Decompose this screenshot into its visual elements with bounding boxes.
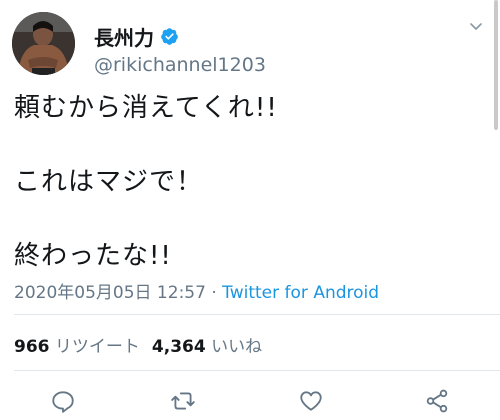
scrollbar[interactable] bbox=[494, 0, 498, 130]
likes-stat[interactable]: 4,364 いいね bbox=[152, 337, 262, 357]
retweet-label: リツイート bbox=[54, 337, 140, 357]
reply-icon[interactable] bbox=[50, 388, 76, 414]
retweet-count: 966 bbox=[14, 337, 50, 357]
action-bar bbox=[0, 388, 500, 418]
like-count: 4,364 bbox=[151, 337, 206, 357]
tweet-card: 長州力 @rikichannel1203 頼むから消えてくれ!! これはマジで！… bbox=[0, 0, 500, 420]
avatar-photo-icon bbox=[12, 12, 75, 75]
meta-separator: · bbox=[205, 283, 223, 303]
avatar[interactable] bbox=[12, 12, 75, 75]
tweet-timestamp[interactable]: 2020年05月05日 12:57 bbox=[14, 283, 206, 303]
retweet-icon[interactable] bbox=[170, 388, 196, 414]
tweet-meta: 2020年05月05日 12:57 · Twitter for Android bbox=[14, 278, 379, 303]
retweets-stat[interactable]: 966 リツイート bbox=[14, 337, 140, 357]
name-row: 長州力 bbox=[94, 22, 179, 51]
tweet-line: これはマジで！ bbox=[14, 167, 204, 197]
tweet-line: 終わったな!! bbox=[14, 241, 172, 271]
display-name[interactable]: 長州力 bbox=[94, 22, 154, 51]
user-handle[interactable]: @rikichannel1203 bbox=[94, 54, 266, 76]
divider bbox=[14, 314, 500, 315]
tweet-text: 頼むから消えてくれ!! これはマジで！ 終わったな!! bbox=[14, 90, 484, 274]
tweet-line: 頼むから消えてくれ!! bbox=[14, 93, 278, 123]
like-label: いいね bbox=[211, 337, 263, 357]
tweet-header: 長州力 @rikichannel1203 bbox=[12, 10, 488, 80]
tweet-stats: 966 リツイート 4,364 いいね bbox=[14, 332, 262, 357]
chevron-down-icon[interactable] bbox=[468, 18, 484, 34]
divider bbox=[14, 370, 500, 371]
heart-icon[interactable] bbox=[298, 388, 324, 414]
verified-badge-icon bbox=[161, 28, 178, 45]
share-icon[interactable] bbox=[424, 388, 450, 414]
tweet-source-link[interactable]: Twitter for Android bbox=[222, 283, 379, 303]
